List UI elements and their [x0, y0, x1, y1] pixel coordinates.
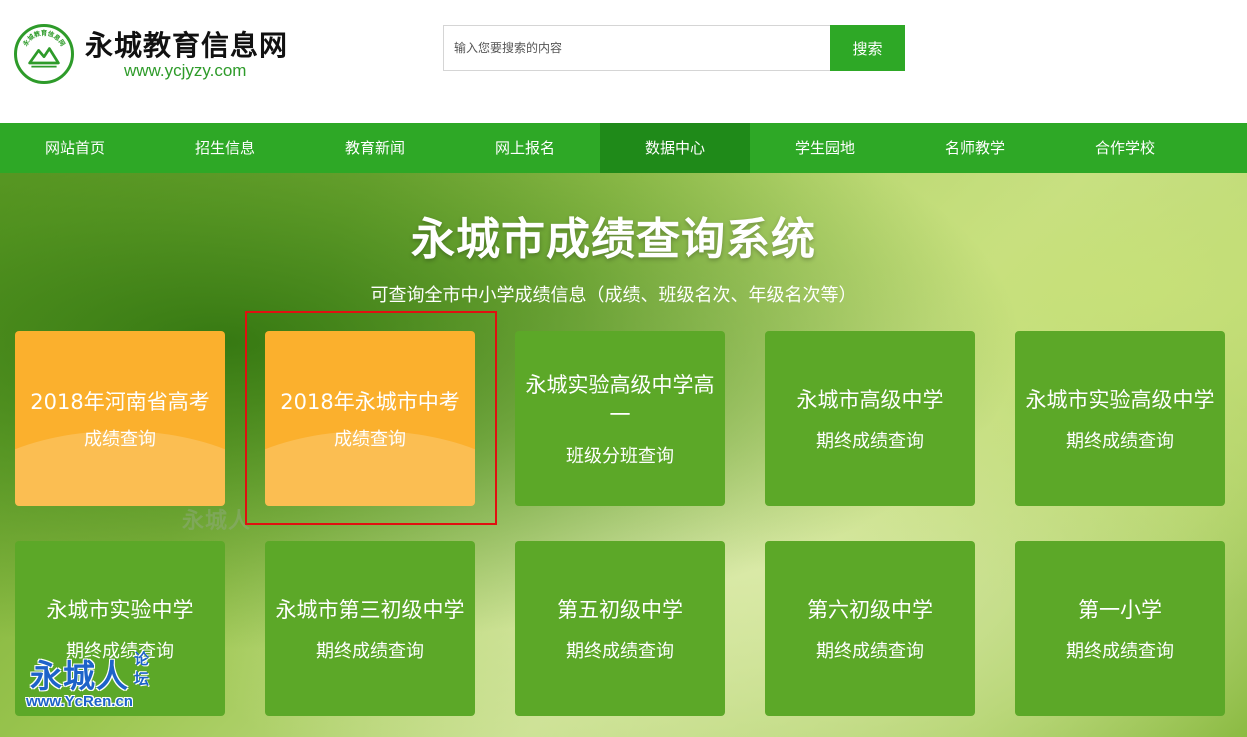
query-card-experimental-high-grade1[interactable]: 永城实验高级中学高一 班级分班查询: [515, 331, 725, 506]
card-title: 永城市实验中学: [46, 597, 194, 622]
card-title: 永城实验高级中学高一: [525, 372, 715, 427]
watermark-logo-url: www.YcRen.cn: [26, 693, 133, 710]
card-subtitle: 期终成绩查询: [316, 640, 424, 662]
card-subtitle: 成绩查询: [84, 428, 156, 450]
nav-item-home[interactable]: 网站首页: [0, 123, 150, 173]
nav-item-partner-schools[interactable]: 合作学校: [1050, 123, 1200, 173]
query-card-experimental-senior-high[interactable]: 永城市实验高级中学 期终成绩查询: [1015, 331, 1225, 506]
watermark-logo: 永城人 论坛 www.YcRen.cn: [26, 650, 170, 721]
banner-subtitle: 可查询全市中小学成绩信息（成绩、班级名次、年级名次等）: [370, 285, 857, 306]
watermark-logo-small: 论坛: [134, 650, 150, 688]
query-card-yongcheng-zhongkao[interactable]: 2018年永城市中考 成绩查询: [265, 331, 475, 506]
nav-item-student-garden[interactable]: 学生园地: [750, 123, 900, 173]
query-card-first-primary[interactable]: 第一小学 期终成绩查询: [1015, 541, 1225, 716]
card-title: 第一小学: [1078, 597, 1162, 622]
search-button[interactable]: 搜索: [830, 25, 905, 71]
card-title: 第六初级中学: [807, 597, 933, 622]
query-card-fifth-junior[interactable]: 第五初级中学 期终成绩查询: [515, 541, 725, 716]
logo-badge-text: 永城教育信息网: [20, 28, 67, 48]
watermark-logo-text: 永城人: [30, 657, 130, 695]
card-subtitle: 期终成绩查询: [566, 640, 674, 662]
site-url[interactable]: www.ycjyzy.com: [124, 61, 246, 81]
card-title: 第五初级中学: [557, 597, 683, 622]
card-subtitle: 期终成绩查询: [816, 640, 924, 662]
card-title: 永城市高级中学: [796, 387, 944, 412]
card-subtitle: 期终成绩查询: [816, 430, 924, 452]
query-card-henan-gaokao[interactable]: 2018年河南省高考 成绩查询: [15, 331, 225, 506]
card-subtitle: 期终成绩查询: [1066, 640, 1174, 662]
card-subtitle: 期终成绩查询: [1066, 430, 1174, 452]
card-subtitle: 成绩查询: [334, 428, 406, 450]
card-title: 永城市第三初级中学: [275, 597, 465, 622]
card-title: 2018年永城市中考: [280, 389, 460, 414]
site-title[interactable]: 永城教育信息网: [85, 24, 288, 64]
query-card-third-junior[interactable]: 永城市第三初级中学 期终成绩查询: [265, 541, 475, 716]
query-card-sixth-junior[interactable]: 第六初级中学 期终成绩查询: [765, 541, 975, 716]
search-input[interactable]: [443, 25, 831, 71]
card-title: 2018年河南省高考: [30, 389, 210, 414]
site-header: 永城教育信息网 永城教育信息网 www.ycjyzy.com 搜索: [0, 0, 1247, 123]
nav-item-teachers[interactable]: 名师教学: [900, 123, 1050, 173]
score-query-banner: 永城市成绩查询系统 可查询全市中小学成绩信息（成绩、班级名次、年级名次等） 20…: [0, 173, 1247, 737]
card-title: 永城市实验高级中学: [1025, 387, 1215, 412]
watermark-text: 永城人: [182, 509, 252, 534]
main-nav: 网站首页 招生信息 教育新闻 网上报名 数据中心 学生园地 名师教学 合作学校: [0, 123, 1247, 173]
nav-item-news[interactable]: 教育新闻: [300, 123, 450, 173]
nav-item-data-center[interactable]: 数据中心: [600, 123, 750, 173]
card-subtitle: 班级分班查询: [566, 445, 674, 467]
nav-item-registration[interactable]: 网上报名: [450, 123, 600, 173]
nav-item-enrollment[interactable]: 招生信息: [150, 123, 300, 173]
query-card-senior-high[interactable]: 永城市高级中学 期终成绩查询: [765, 331, 975, 506]
site-logo-icon[interactable]: 永城教育信息网: [14, 24, 74, 84]
svg-text:永城教育信息网: 永城教育信息网: [20, 28, 67, 48]
banner-title: 永城市成绩查询系统: [411, 214, 816, 265]
